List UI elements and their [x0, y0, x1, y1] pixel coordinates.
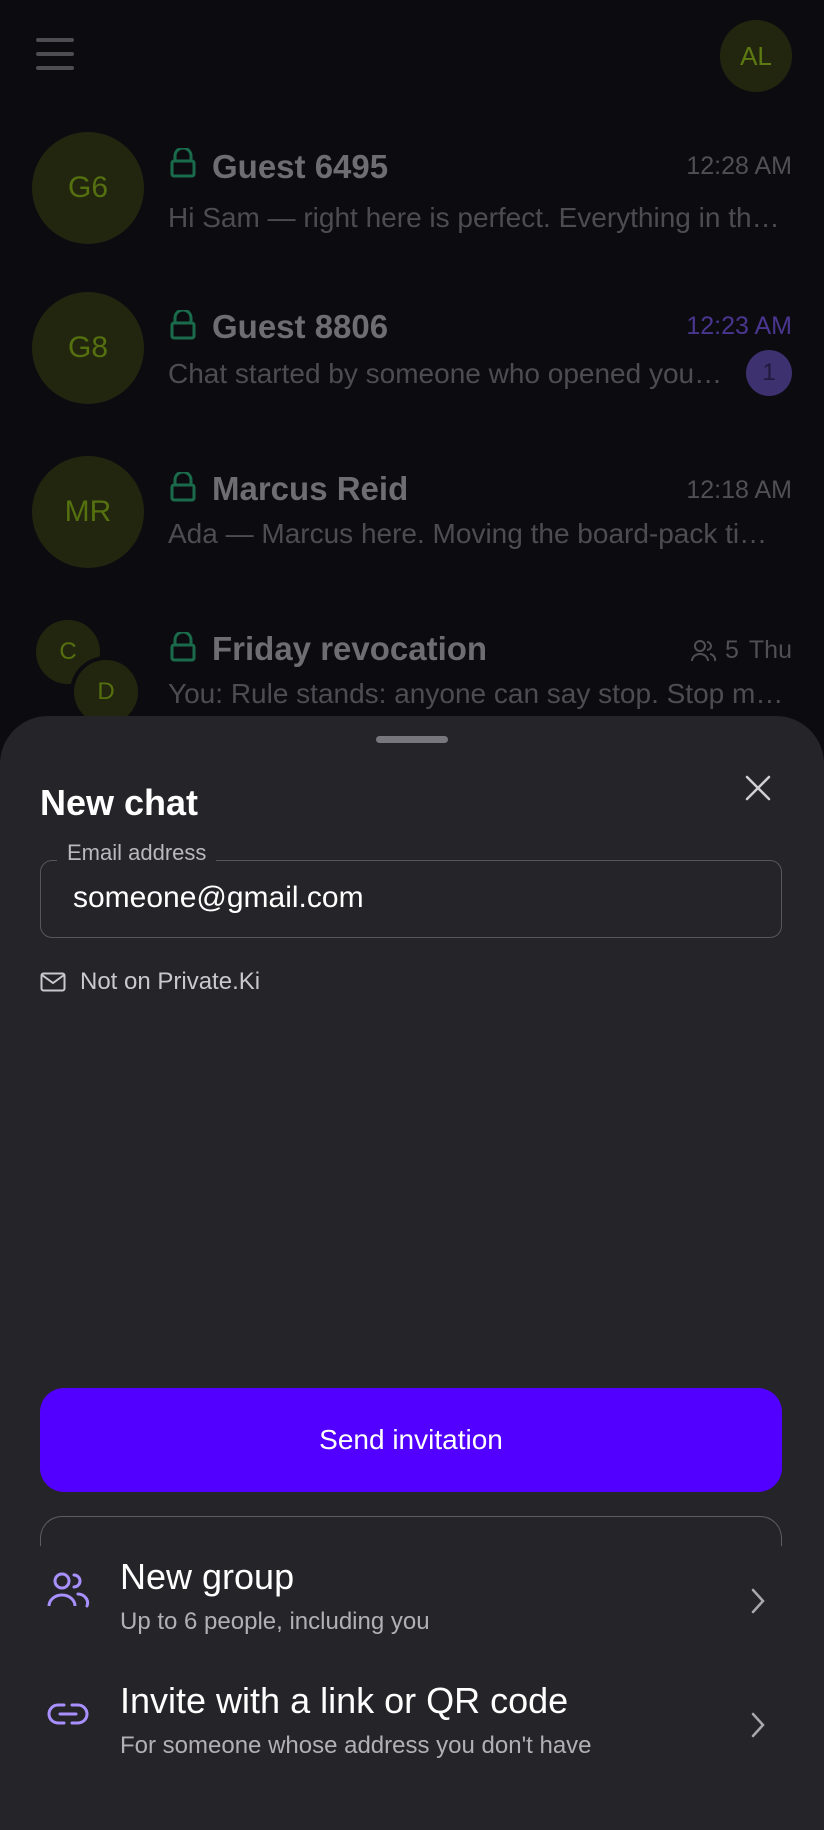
preview-prefix: You:	[168, 678, 224, 709]
top-bar: AL	[0, 0, 824, 112]
new-chat-sheet: New chat Email address Not on Private.Ki…	[0, 716, 824, 1830]
users-icon	[47, 1572, 90, 1608]
chevron-right-icon	[751, 1588, 765, 1614]
chat-time: 12:23 AM	[686, 312, 792, 340]
user-avatar[interactable]: AL	[720, 20, 792, 92]
unread-badge: 1	[746, 350, 792, 396]
lock-icon	[170, 472, 196, 502]
email-status: Not on Private.Ki	[40, 968, 260, 996]
chat-preview: Ada — Marcus here. Moving the board-pack…	[168, 518, 788, 549]
chat-preview: Chat started by someone who opened your …	[168, 358, 728, 389]
sheet-drag-handle[interactable]	[376, 736, 448, 743]
email-field-label: Email address	[57, 841, 217, 865]
new-group-subtitle: Up to 6 people, including you	[120, 1608, 430, 1635]
chat-time: 12:28 AM	[686, 152, 792, 180]
chat-preview: Hi Sam — right here is perfect. Everythi…	[168, 202, 788, 233]
chat-time: Thu	[748, 636, 792, 664]
new-group-option[interactable]: New group Up to 6 people, including you	[0, 1544, 824, 1654]
link-icon	[47, 1703, 89, 1725]
invite-link-option[interactable]: Invite with a link or QR code For someon…	[0, 1668, 824, 1778]
invite-link-subtitle: For someone whose address you don't have	[120, 1732, 592, 1759]
avatar: G8	[32, 292, 144, 404]
chevron-right-icon	[751, 1712, 765, 1738]
member-count: 5	[725, 636, 739, 664]
avatar: G6	[32, 132, 144, 244]
avatar: D	[74, 660, 138, 724]
sheet-title: New chat	[40, 782, 199, 823]
members-icon	[691, 639, 717, 661]
lock-icon	[170, 310, 196, 340]
chat-row-guest-8806[interactable]: G8 Guest 8806 12:23 AM Chat started by s…	[0, 278, 824, 428]
options-card-edge	[40, 1516, 782, 1546]
preview-text: Rule stands: anyone can say stop. Stop m…	[230, 678, 788, 709]
chat-name: Friday revocation	[212, 630, 488, 667]
chat-row-marcus-reid[interactable]: MR Marcus Reid 12:18 AM Ada — Marcus her…	[0, 438, 824, 588]
mail-icon	[40, 972, 66, 992]
group-meta: 5 Thu	[691, 636, 792, 665]
email-status-text: Not on Private.Ki	[80, 968, 261, 995]
send-invitation-button[interactable]: Send invitation	[40, 1388, 782, 1492]
chat-name: Guest 6495	[212, 148, 389, 185]
lock-icon	[170, 632, 196, 662]
chat-name: Marcus Reid	[212, 470, 409, 507]
chat-time: 12:18 AM	[686, 476, 792, 504]
lock-icon	[170, 148, 196, 178]
close-icon	[745, 775, 771, 801]
menu-icon[interactable]	[36, 38, 74, 70]
new-group-title: New group	[120, 1556, 295, 1597]
avatar: MR	[32, 456, 144, 568]
email-input[interactable]	[73, 875, 753, 921]
email-field[interactable]: Email address	[40, 841, 782, 938]
invite-link-title: Invite with a link or QR code	[120, 1680, 569, 1721]
chat-preview: You: Rule stands: anyone can say stop. S…	[168, 678, 788, 710]
chat-row-guest-6495[interactable]: G6 Guest 6495 12:28 AM Hi Sam — right he…	[0, 118, 824, 268]
chat-name: Guest 8806	[212, 308, 389, 345]
close-button[interactable]	[736, 766, 780, 810]
